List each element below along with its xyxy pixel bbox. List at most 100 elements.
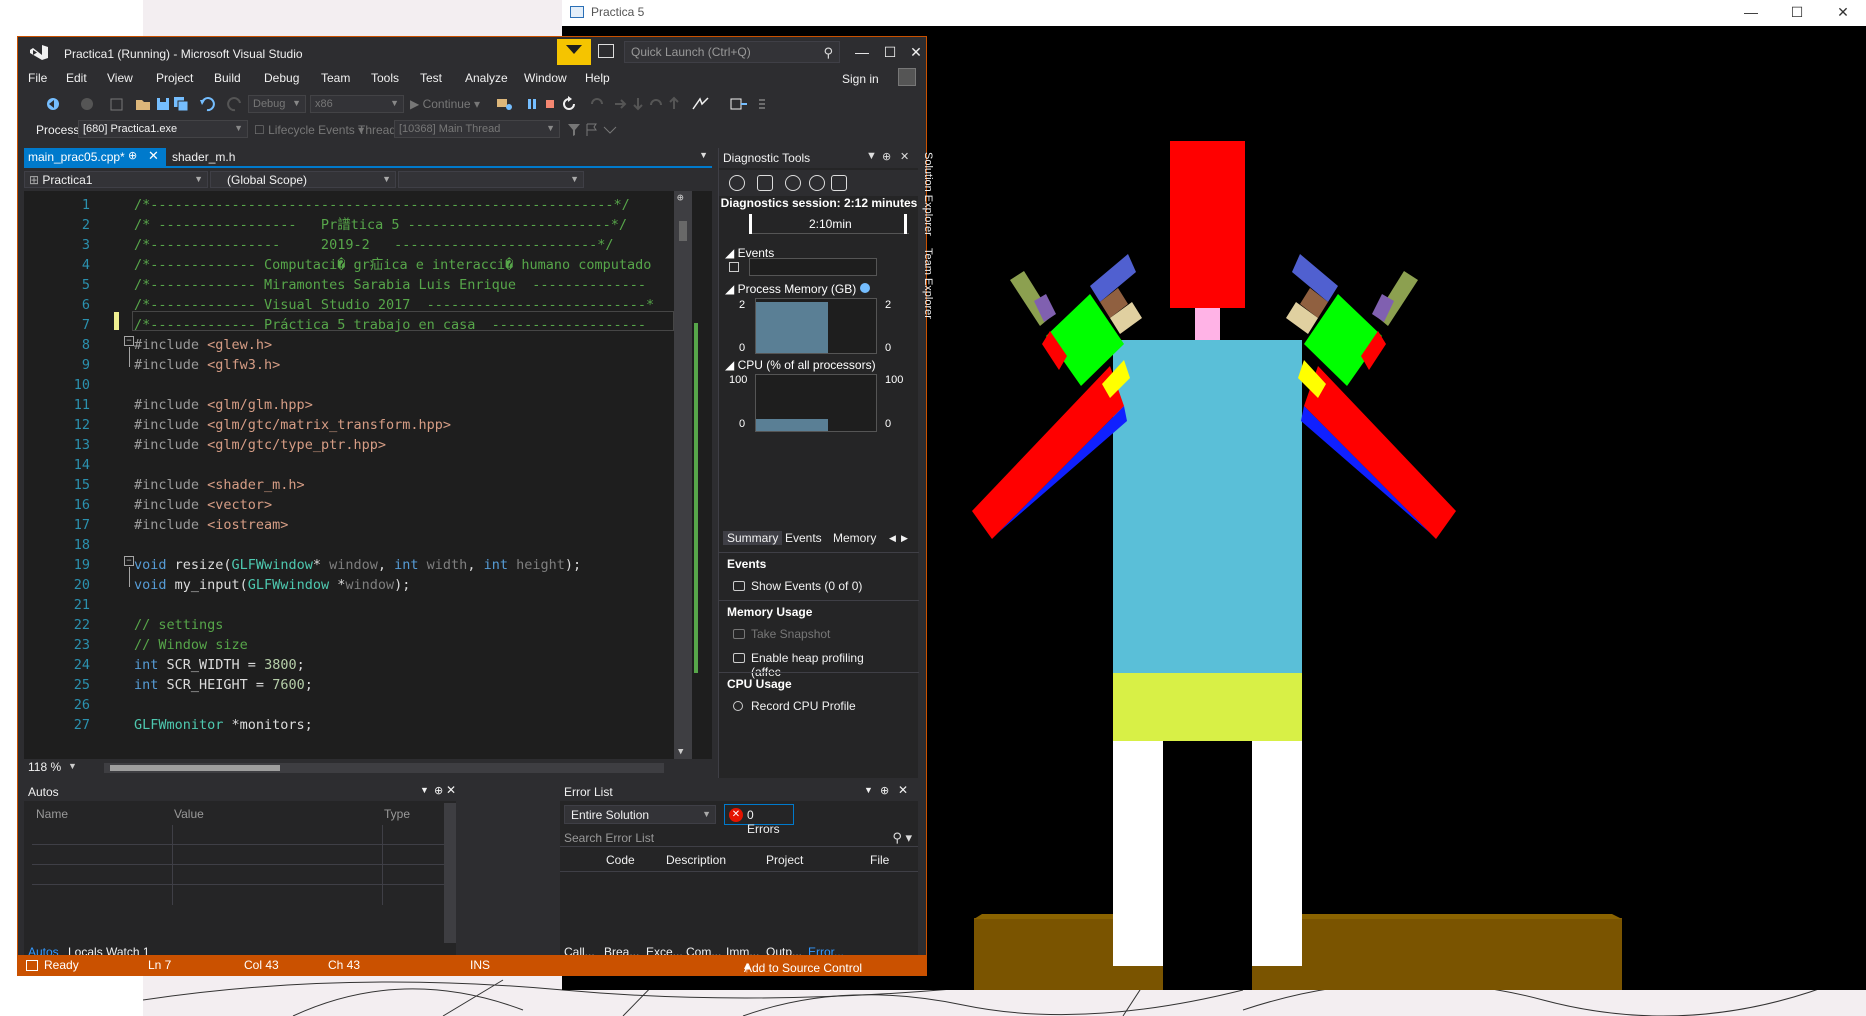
- process-memory-header[interactable]: ◢ Process Memory (GB): [725, 282, 870, 296]
- hot-reload-icon[interactable]: [690, 95, 712, 113]
- enable-heap-profiling-button[interactable]: Enable heap profiling (affec: [719, 648, 919, 679]
- step-back-icon[interactable]: [666, 95, 682, 113]
- pause-events-icon[interactable]: [729, 262, 739, 272]
- code-line[interactable]: /*------------- Computaci� gr疝ica e inte…: [134, 255, 651, 275]
- zoom-level[interactable]: 118 %: [28, 760, 61, 774]
- code-line[interactable]: GLFWmonitor *monitors;: [134, 715, 313, 735]
- code-line[interactable]: #include <glew.h>: [134, 335, 272, 355]
- tab-close-icon[interactable]: ✕: [148, 148, 159, 164]
- code-line[interactable]: int SCR_HEIGHT = 7600;: [134, 675, 313, 695]
- errors-filter-button[interactable]: ✕ 0 Errors: [724, 804, 794, 836]
- vertical-scroll-thumb[interactable]: [679, 221, 687, 241]
- vs-maximize-button[interactable]: ☐: [876, 43, 904, 61]
- export-icon[interactable]: [757, 175, 773, 191]
- tab-memory[interactable]: Memory: [833, 531, 876, 545]
- zoom-in-icon[interactable]: [785, 175, 801, 191]
- code-line[interactable]: #include <glm/gtc/matrix_transform.hpp>: [134, 415, 451, 435]
- tab-scroll-left-icon[interactable]: ◀: [889, 533, 896, 544]
- menu-test[interactable]: Test: [420, 71, 442, 85]
- vs-minimize-button[interactable]: —: [848, 43, 876, 61]
- menu-help[interactable]: Help: [585, 71, 610, 85]
- code-line[interactable]: /* ----------------- Pr譜tica 5 ---------…: [134, 215, 627, 235]
- toolbar-overflow-icon[interactable]: [756, 95, 774, 113]
- code-line[interactable]: /*------------- Práctica 5 trabajo en ca…: [134, 315, 646, 335]
- project-select[interactable]: ⊞ Practica1 ▼: [24, 171, 208, 188]
- tab-scroll-right-icon[interactable]: ▶: [901, 533, 908, 544]
- practica5-titlebar[interactable]: Practica 5 — ☐ ✕: [562, 0, 1866, 26]
- menu-edit[interactable]: Edit: [66, 71, 87, 85]
- code-line[interactable]: #include <iostream>: [134, 515, 288, 535]
- tab-events[interactable]: Events: [785, 531, 822, 545]
- show-next-statement-icon[interactable]: [588, 95, 606, 113]
- scroll-down-icon[interactable]: ▼: [678, 747, 683, 757]
- scope-select[interactable]: (Global Scope) ▼: [210, 171, 396, 188]
- process-explorer-icon[interactable]: [494, 95, 516, 113]
- back-icon[interactable]: [44, 95, 64, 113]
- sign-in-link[interactable]: Sign in: [842, 72, 879, 86]
- redo-icon[interactable]: [226, 95, 244, 113]
- code-line[interactable]: int SCR_WIDTH = 3800;: [134, 655, 305, 675]
- menu-view[interactable]: View: [107, 71, 133, 85]
- menu-analyze[interactable]: Analyze: [465, 71, 508, 85]
- code-line[interactable]: // settings: [134, 615, 223, 635]
- step-into-icon[interactable]: [612, 95, 628, 113]
- forward-icon[interactable]: [78, 95, 96, 113]
- vs-close-button[interactable]: ✕: [902, 43, 930, 61]
- code-line[interactable]: #include <glfw3.h>: [134, 355, 280, 375]
- menu-tools[interactable]: Tools: [371, 71, 399, 85]
- pin-icon[interactable]: ⊕: [882, 150, 891, 163]
- code-line[interactable]: /*------------- Miramontes Sarabia Luis …: [134, 275, 646, 295]
- open-folder-icon[interactable]: [134, 95, 152, 113]
- settings-gear-icon[interactable]: [729, 175, 745, 191]
- thread-filter-icon[interactable]: [566, 121, 582, 139]
- solution-configuration-select[interactable]: Debug ▼: [248, 95, 306, 113]
- error-scope-select[interactable]: Entire Solution ▼: [564, 805, 716, 824]
- code-line[interactable]: // Window size: [134, 635, 248, 655]
- step-over-icon[interactable]: [630, 95, 646, 113]
- code-line[interactable]: /*------------- Visual Studio 2017 -----…: [134, 295, 654, 315]
- split-icon[interactable]: ⊕: [677, 191, 684, 204]
- solution-explorer-tab[interactable]: Solution Explorer: [922, 152, 934, 236]
- menu-build[interactable]: Build: [214, 71, 241, 85]
- pin-icon[interactable]: ⊕: [434, 784, 443, 797]
- pin-icon[interactable]: ⊕: [128, 149, 137, 162]
- panel-close-icon[interactable]: ✕: [898, 783, 908, 797]
- autos-scrollbar[interactable]: [444, 803, 456, 943]
- zoom-dropdown-icon[interactable]: ▼: [68, 761, 77, 771]
- search-icon[interactable]: ⚲ ▾: [892, 830, 912, 846]
- panel-close-icon[interactable]: ✕: [900, 150, 909, 163]
- code-line[interactable]: void my_input(GLFWwindow *window);: [134, 575, 410, 595]
- member-select[interactable]: ▼: [398, 171, 584, 188]
- zoom-out-icon[interactable]: [809, 175, 825, 191]
- pin-icon[interactable]: ⊕: [880, 784, 889, 797]
- vs-titlebar[interactable]: Practica1 (Running) - Microsoft Visual S…: [18, 37, 926, 67]
- session-timeline[interactable]: 2:10min: [749, 214, 909, 234]
- timeline-end-handle[interactable]: [904, 214, 907, 234]
- column-description[interactable]: Description: [666, 853, 726, 867]
- column-file[interactable]: File: [870, 853, 889, 867]
- record-cpu-profile-button[interactable]: Record CPU Profile: [719, 696, 919, 716]
- tab-list-dropdown-icon[interactable]: ▼: [699, 150, 708, 160]
- column-name[interactable]: Name: [36, 807, 68, 821]
- flag-threads-icon[interactable]: [584, 121, 600, 139]
- error-list-search[interactable]: Search Error List ⚲ ▾: [560, 829, 918, 847]
- show-events-button[interactable]: Show Events (0 of 0): [719, 576, 919, 596]
- thread-select[interactable]: [10368] Main Thread ▼: [394, 120, 560, 138]
- collapse-includes-toggle[interactable]: −: [124, 336, 134, 346]
- status-insert-mode[interactable]: INS: [470, 958, 490, 972]
- stack-frame-icon[interactable]: [602, 121, 618, 139]
- minimize-button[interactable]: —: [1728, 2, 1774, 22]
- panel-menu-icon[interactable]: ▼: [864, 785, 873, 795]
- menu-window[interactable]: Window: [524, 71, 567, 85]
- code-line[interactable]: #include <glm/glm.hpp>: [134, 395, 313, 415]
- tab-shader-m-h[interactable]: shader_m.h: [172, 150, 235, 164]
- quick-launch-input[interactable]: Quick Launch (Ctrl+Q) ⚲: [624, 41, 840, 63]
- close-button[interactable]: ✕: [1820, 2, 1866, 22]
- continue-button[interactable]: ▶ Continue ▾: [410, 95, 490, 113]
- save-icon[interactable]: [154, 95, 172, 113]
- column-type[interactable]: Type: [384, 807, 410, 821]
- tab-summary[interactable]: Summary: [723, 531, 783, 545]
- cpu-section-header[interactable]: ◢ CPU (% of all processors): [725, 358, 876, 372]
- code-line[interactable]: #include <glm/gtc/type_ptr.hpp>: [134, 435, 386, 455]
- restart-icon[interactable]: [560, 95, 578, 113]
